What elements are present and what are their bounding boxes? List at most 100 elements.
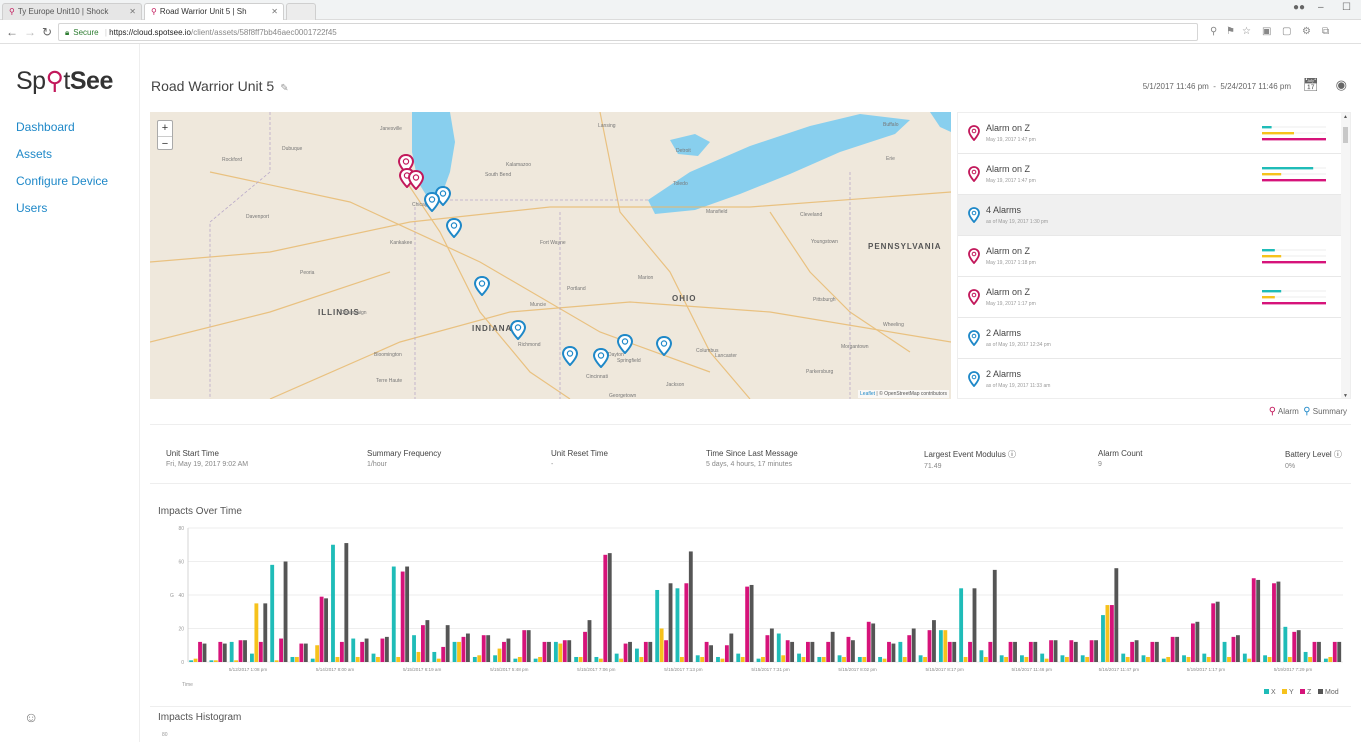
bar-x[interactable]	[1080, 655, 1085, 662]
bar-z[interactable]	[866, 621, 871, 662]
bar-y[interactable]	[416, 651, 421, 662]
bar-x[interactable]	[574, 656, 579, 662]
bar-mod[interactable]	[1073, 641, 1078, 662]
reload-icon[interactable]: ↻	[42, 25, 52, 39]
bar-x[interactable]	[918, 655, 923, 662]
bar-y[interactable]	[740, 656, 745, 662]
bar-y[interactable]	[1125, 656, 1130, 662]
bar-mod[interactable]	[1215, 601, 1220, 662]
bar-x[interactable]	[1222, 641, 1227, 662]
bar-mod[interactable]	[567, 640, 572, 662]
bar-mod[interactable]	[850, 640, 855, 662]
bar-x[interactable]	[979, 650, 984, 662]
bar-x[interactable]	[310, 658, 315, 662]
bar-y[interactable]	[234, 660, 239, 662]
bar-x[interactable]	[493, 655, 498, 662]
bar-x[interactable]	[452, 641, 457, 662]
bar-x[interactable]	[1121, 653, 1126, 662]
summary-pin-icon[interactable]	[474, 276, 490, 296]
bar-x[interactable]	[1283, 626, 1288, 662]
bar-mod[interactable]	[344, 543, 349, 662]
bar-mod[interactable]	[790, 641, 795, 662]
bar-mod[interactable]	[1114, 568, 1119, 662]
bar-z[interactable]	[1150, 641, 1155, 662]
bar-mod[interactable]	[911, 628, 916, 663]
url-input[interactable]: 🔒︎ Secure | https://cloud.spotsee.io/clie…	[58, 23, 1198, 41]
bar-mod[interactable]	[729, 633, 734, 662]
bar-y[interactable]	[315, 645, 320, 662]
feed-item[interactable]: 2 Alarms as of May 19, 2017 12:34 pm	[958, 318, 1342, 359]
bar-x[interactable]	[776, 633, 781, 662]
bar-x[interactable]	[290, 656, 295, 662]
bar-y[interactable]	[1308, 656, 1312, 662]
bar-y[interactable]	[497, 648, 502, 662]
pin-icon[interactable]: ⚑	[1226, 26, 1235, 37]
bar-mod[interactable]	[871, 623, 876, 662]
bar-mod[interactable]	[1296, 630, 1301, 662]
bar-x[interactable]	[209, 660, 214, 662]
bar-mod[interactable]	[465, 633, 470, 662]
bar-x[interactable]	[1182, 655, 1186, 662]
bar-z[interactable]	[887, 641, 891, 662]
bar-z[interactable]	[1231, 636, 1236, 662]
bar-y[interactable]	[1004, 656, 1009, 662]
bar-x[interactable]	[857, 656, 862, 662]
bar-y[interactable]	[679, 656, 684, 662]
bar-y[interactable]	[781, 655, 786, 662]
bar-mod[interactable]	[384, 636, 389, 662]
bar-z[interactable]	[299, 643, 304, 662]
bar-y[interactable]	[477, 655, 482, 662]
bar-x[interactable]	[817, 656, 822, 662]
new-tab-button[interactable]	[286, 3, 316, 20]
bar-z[interactable]	[1008, 641, 1013, 662]
bar-mod[interactable]	[749, 584, 754, 662]
bar-y[interactable]	[193, 658, 198, 662]
feed-item[interactable]: Alarm on Z May 19, 2017 1:17 pm	[958, 277, 1342, 318]
bar-mod[interactable]	[243, 640, 247, 662]
alarm-pin-icon[interactable]	[408, 170, 424, 190]
user-icon[interactable]: ☺	[24, 709, 38, 725]
bar-mod[interactable]	[263, 603, 268, 662]
bar-mod[interactable]	[445, 625, 450, 662]
bar-x[interactable]	[675, 588, 680, 662]
bar-x[interactable]	[797, 653, 801, 662]
bar-x[interactable]	[351, 638, 356, 662]
extension-icon[interactable]: ⧉	[1322, 26, 1329, 37]
bar-z[interactable]	[947, 641, 952, 662]
bar-mod[interactable]	[283, 561, 288, 663]
bar-y[interactable]	[1328, 656, 1333, 662]
minimize-icon[interactable]: –	[1318, 2, 1324, 13]
bar-y[interactable]	[538, 656, 542, 662]
bar-z[interactable]	[1109, 605, 1114, 662]
bar-z[interactable]	[1211, 603, 1216, 662]
bar-y[interactable]	[1064, 656, 1069, 662]
bar-y[interactable]	[1186, 656, 1191, 662]
bar-z[interactable]	[279, 638, 284, 662]
summary-pin-icon[interactable]	[562, 346, 578, 366]
bar-x[interactable]	[270, 564, 275, 662]
bar-x[interactable]	[472, 656, 477, 662]
bar-y[interactable]	[619, 658, 624, 662]
bar-y[interactable]	[801, 656, 806, 662]
bar-z[interactable]	[1332, 641, 1337, 662]
summary-pin-icon[interactable]	[510, 320, 526, 340]
bar-z[interactable]	[198, 641, 202, 662]
bar-y[interactable]	[842, 656, 846, 662]
bar-z[interactable]	[684, 583, 689, 662]
feed-item[interactable]: Alarm on Z May 19, 2017 1:47 pm	[958, 154, 1342, 195]
bar-x[interactable]	[1060, 655, 1065, 662]
bar-y[interactable]	[1227, 656, 1231, 662]
summary-pin-icon[interactable]	[617, 334, 633, 354]
calendar-icon[interactable]: 📅︎	[1302, 77, 1319, 93]
bar-y[interactable]	[1024, 656, 1029, 662]
bar-y[interactable]	[355, 656, 360, 662]
bar-y[interactable]	[376, 656, 380, 662]
sidebar-item-configure-device[interactable]: Configure Device	[16, 174, 108, 188]
bar-y[interactable]	[700, 656, 705, 662]
bar-z[interactable]	[1028, 641, 1033, 662]
sidebar-item-dashboard[interactable]: Dashboard	[16, 120, 75, 134]
bar-x[interactable]	[432, 651, 437, 662]
bar-z[interactable]	[1251, 578, 1256, 662]
bar-y[interactable]	[335, 656, 340, 662]
map-view[interactable]: + − ILLINOIS INDIANA OHIO PENNSYLVANIA Detro…	[150, 112, 951, 399]
